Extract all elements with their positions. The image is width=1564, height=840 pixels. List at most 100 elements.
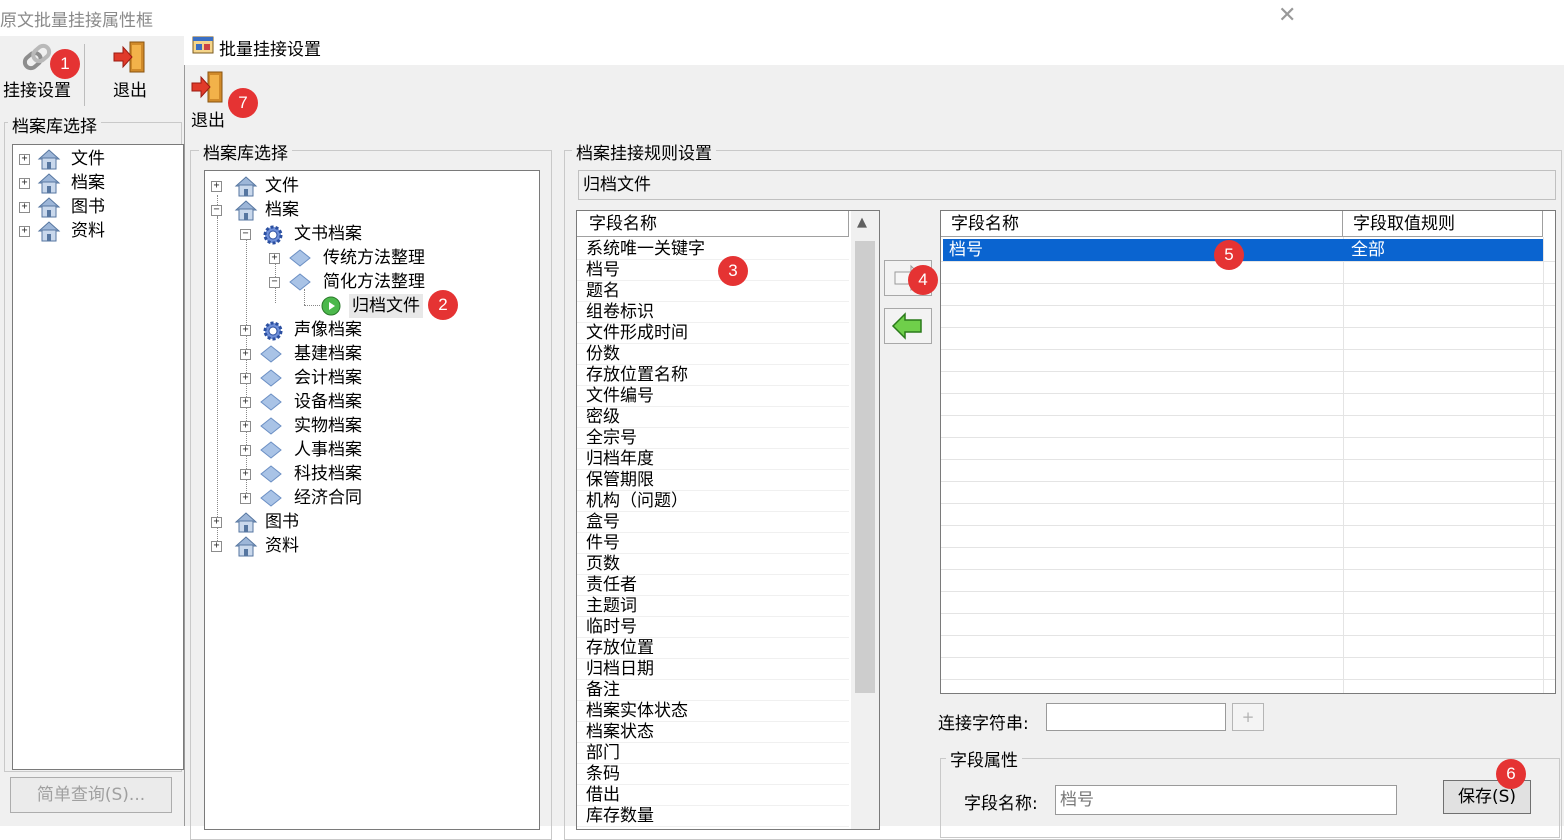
diamond-icon [260,417,282,435]
dialog-exit-button[interactable]: 退出 [188,70,228,131]
field-list-item[interactable]: 存放位置 [577,638,849,659]
selected-fields-grid[interactable]: 字段名称 字段取值规则 档号 全部 [940,210,1556,694]
field-list-item[interactable]: 存放位置名称 [577,365,849,386]
grid-row-line [941,349,1555,350]
field-list-item[interactable]: 部门 [577,743,849,764]
tree-label: 声像档案 [294,320,362,340]
field-list-item[interactable]: 文件编号 [577,386,849,407]
diamond-icon [260,369,282,387]
link-rule-group-label: 档案挂接规则设置 [572,139,716,164]
diamond-icon [260,345,282,363]
field-list-item[interactable]: 全宗号 [577,428,849,449]
join-string-label: 连接字符串: [938,714,1029,734]
field-list-header[interactable]: 字段名称 [577,211,849,237]
tree-label: 传统方法整理 [323,248,425,268]
bg-exit-label: 退出 [113,81,147,101]
tree-label: 实物档案 [294,416,362,436]
link-settings-label: 挂接设置 [3,81,71,101]
tree-label: 资料 [71,221,105,241]
bg-library-group-label: 档案库选择 [8,112,101,137]
tree-label: 文件 [71,149,105,169]
dialog-title: 批量挂接设置 [219,40,321,60]
field-list-item[interactable]: 份数 [577,344,849,365]
field-list-item[interactable]: 件号 [577,533,849,554]
grid-row-line [941,459,1555,460]
field-list-item[interactable]: 责任者 [577,575,849,596]
field-list-item[interactable]: 档案实体状态 [577,701,849,722]
field-list-item[interactable]: 档号 [577,260,849,281]
field-list-item[interactable]: 借出 [577,785,849,806]
field-list-item[interactable]: 密级 [577,407,849,428]
arrow-left-icon [891,312,922,340]
diamond-icon [260,441,282,459]
diamond-icon [260,393,282,411]
bg-library-tree[interactable]: + 文件 + 档案 + 图书 + 资料 [12,144,184,770]
field-name-label: 字段名称: [964,794,1038,814]
close-icon[interactable]: ✕ [1278,3,1296,28]
field-list-item[interactable]: 组卷标识 [577,302,849,323]
annotation-badge: 1 [50,49,80,79]
grid-row-line [941,283,1555,284]
library-tree[interactable]: + 文件 − 档案 − 文书档案 + 传统方法整理 − 简化方法整理 归档文件 … [204,170,540,830]
field-list-item[interactable]: 保管期限 [577,470,849,491]
grid-row-line [941,481,1555,482]
house-icon [234,176,258,197]
field-list-item[interactable]: 归档日期 [577,659,849,680]
field-list-item[interactable]: 主题词 [577,596,849,617]
field-list-item[interactable]: 临时号 [577,617,849,638]
grid-row-line [941,547,1555,548]
tree-label: 图书 [265,512,299,532]
field-name-input[interactable]: 档号 [1055,785,1397,815]
app-window-icon [192,36,214,54]
annotation-badge: 5 [1214,240,1244,270]
diamond-icon [289,273,311,291]
grid-row-line [941,393,1555,394]
field-attributes-label: 字段属性 [946,746,1022,771]
remove-field-button[interactable] [884,308,932,344]
grid-cell-value-rule: 全部 [1351,240,1385,260]
toolbar-separator [84,44,85,106]
background-window-title: 原文批量挂接属性框 [0,11,153,31]
grid-row-line [941,261,1555,262]
field-list-item[interactable]: 题名 [577,281,849,302]
diamond-icon [289,249,311,267]
exit-door-icon [113,41,145,73]
scroll-up-icon[interactable]: ▲ [857,215,867,230]
house-icon [37,197,61,218]
tree-label: 档案 [265,200,299,220]
field-list-item[interactable]: 系统唯一关键字 [577,239,849,260]
grid-cell-field-name: 档号 [949,240,983,260]
tree-label: 文件 [265,176,299,196]
available-fields-list[interactable]: 字段名称 ▲ 系统唯一关键字 档号 题名 组卷标识 文件形成时间 份数 存放位置名称 文件编号… [576,210,880,830]
field-list-item[interactable]: 页数 [577,554,849,575]
grid-row-line [941,305,1555,306]
grid-row-line [941,525,1555,526]
field-list-item[interactable]: 档案状态 [577,722,849,743]
grid-header-value-rule[interactable]: 字段取值规则 [1343,211,1543,237]
tree-label: 科技档案 [294,464,362,484]
tree-label: 人事档案 [294,440,362,460]
field-list-item[interactable]: 条码 [577,764,849,785]
annotation-badge: 4 [908,265,938,295]
annotation-badge: 7 [228,88,258,118]
gear-icon [263,225,283,245]
diamond-icon [260,489,282,507]
field-list-item[interactable]: 归档年度 [577,449,849,470]
field-list-item[interactable]: 文件形成时间 [577,323,849,344]
grid-header-field-name[interactable]: 字段名称 [941,211,1343,237]
scrollbar-thumb[interactable] [855,241,875,693]
house-icon [37,149,61,170]
simple-query-button[interactable]: 简单查询(S)... [10,777,172,813]
join-string-input[interactable] [1046,703,1226,731]
chain-link-icon [22,43,52,71]
field-list-item[interactable]: 备注 [577,680,849,701]
field-list-item[interactable]: 库存数量 [577,806,849,827]
tree-label: 图书 [71,197,105,217]
field-list-item[interactable]: 盒号 [577,512,849,533]
field-list-item[interactable]: 机构（问题） [577,491,849,512]
play-circle-icon [321,296,341,316]
bg-exit-button[interactable]: 退出 [100,40,160,101]
selected-library-path: 归档文件 [578,170,1556,200]
join-string-add-button[interactable]: + [1232,703,1264,731]
house-icon [37,221,61,242]
